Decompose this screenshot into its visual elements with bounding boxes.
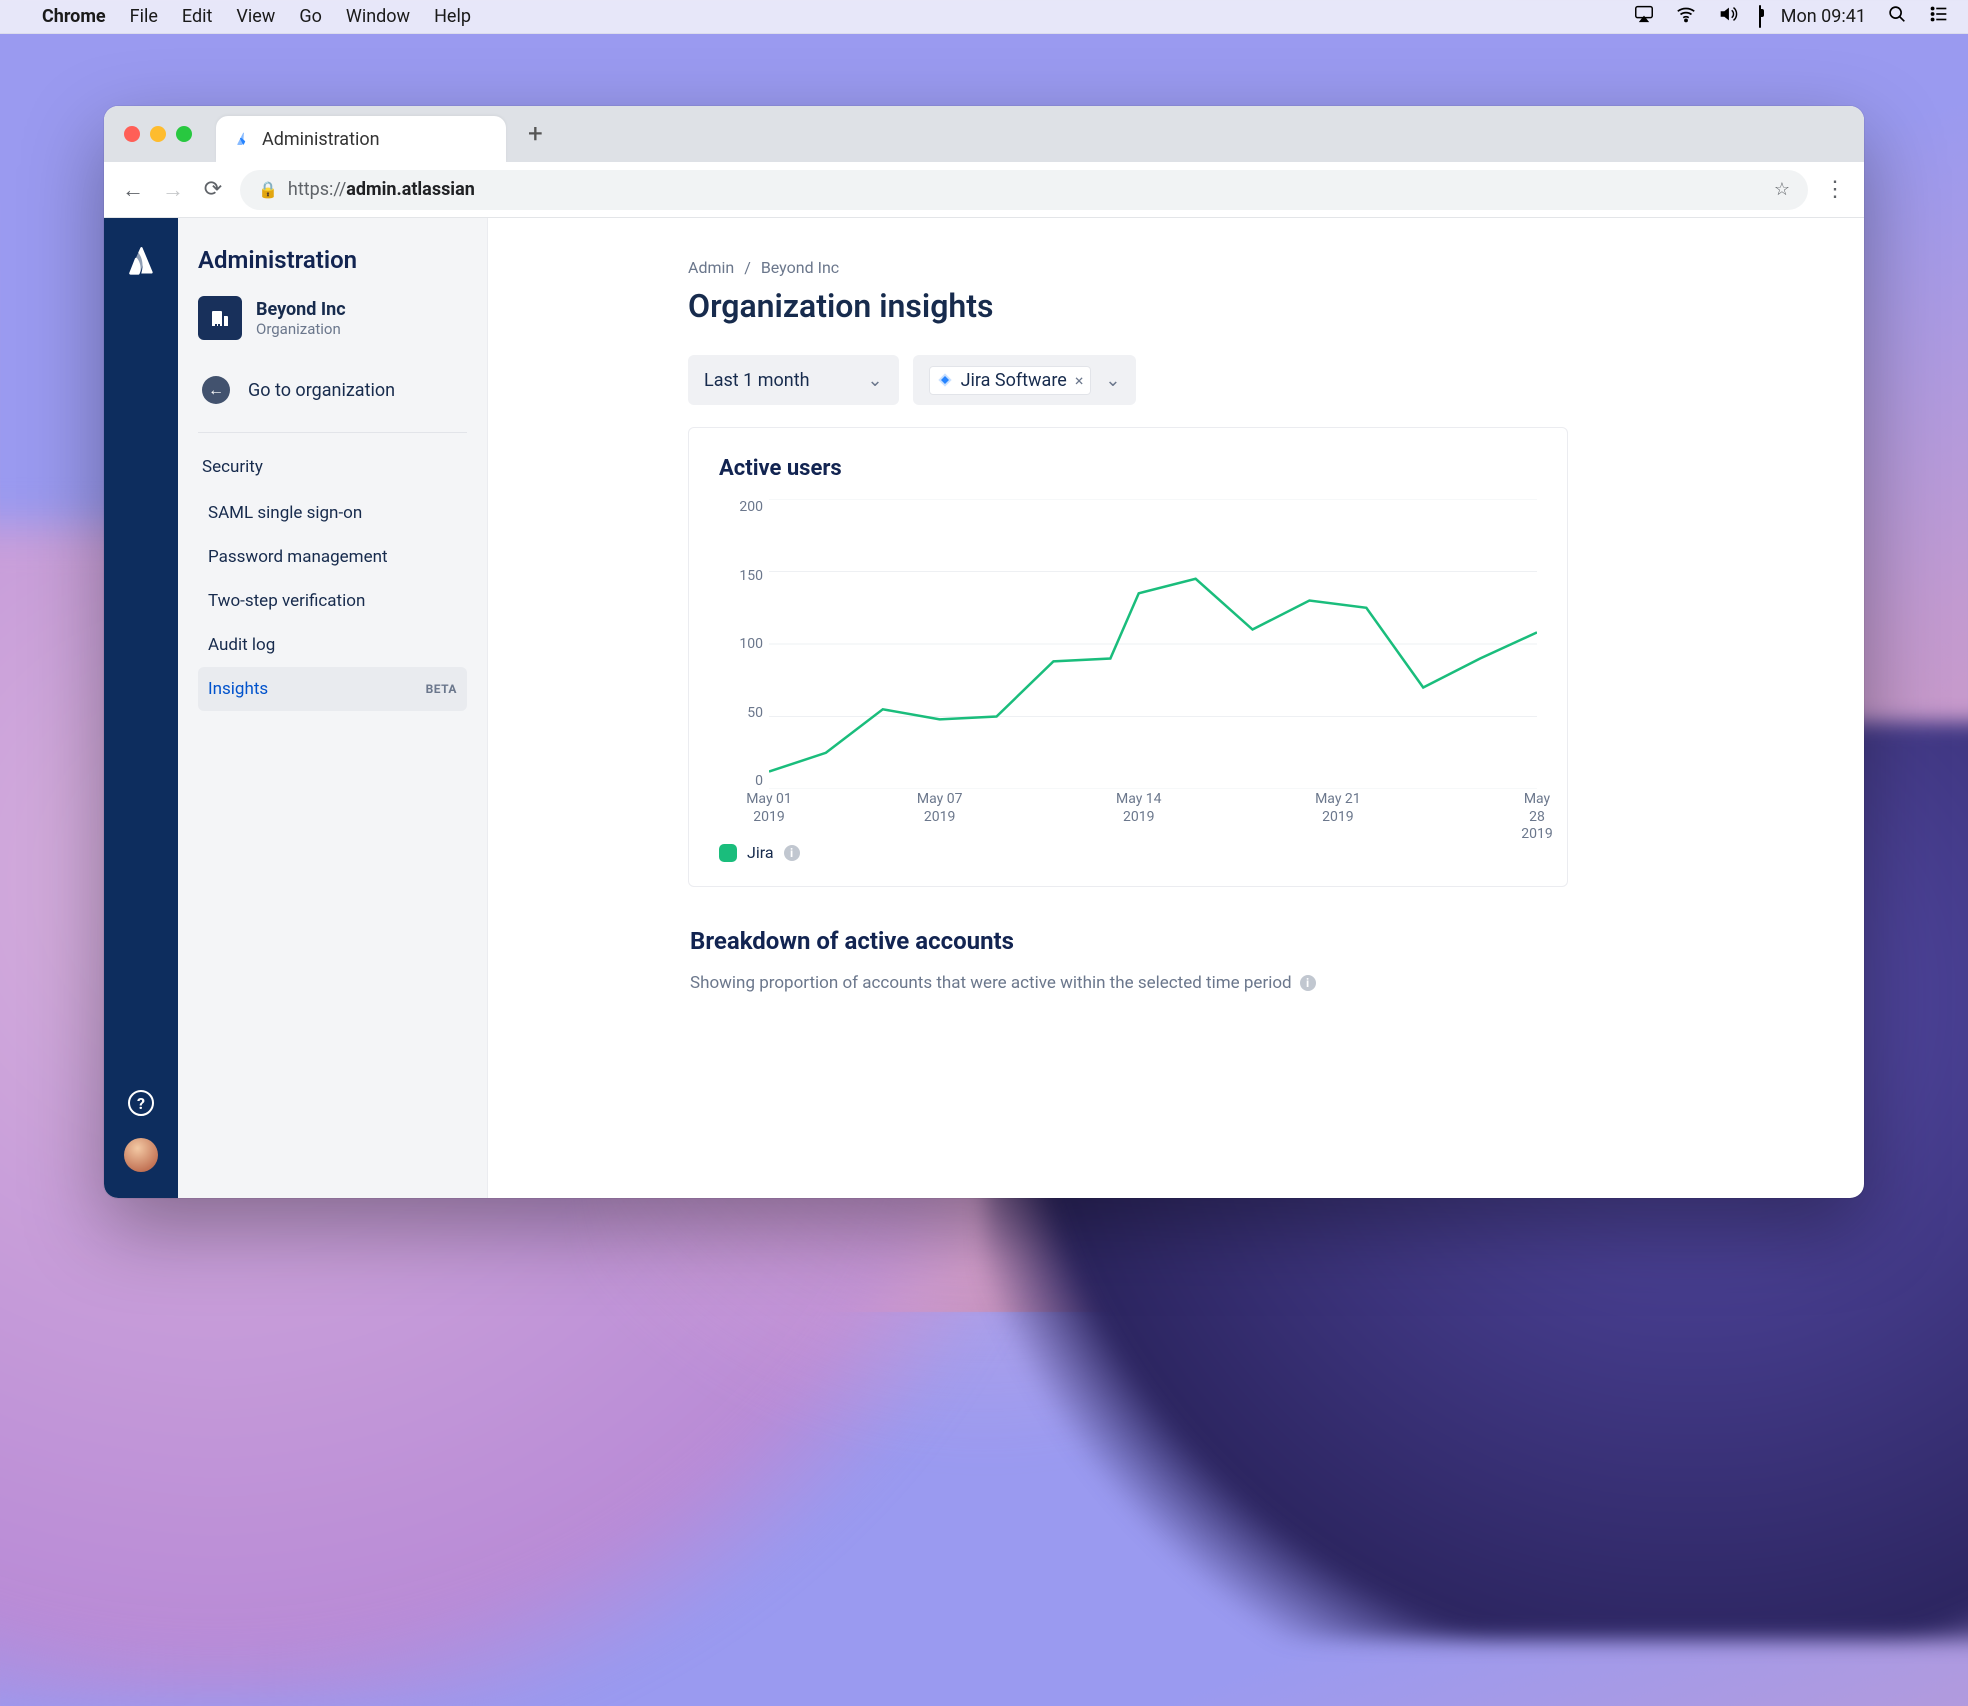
- sidebar-item-saml[interactable]: SAML single sign-on: [198, 491, 467, 535]
- card-breakdown: Breakdown of active accounts Showing pro…: [688, 927, 1568, 993]
- filter-date-range[interactable]: Last 1 month ⌄: [688, 355, 899, 405]
- breadcrumb-org[interactable]: Beyond Inc: [761, 258, 839, 277]
- breakdown-desc: Showing proportion of accounts that were…: [690, 973, 1292, 993]
- menubar-item-window[interactable]: Window: [346, 6, 410, 27]
- beta-badge: BETA: [426, 682, 457, 696]
- sidebar-item-audit-log[interactable]: Audit log: [198, 623, 467, 667]
- filter-products[interactable]: Jira Software × ⌄: [913, 355, 1137, 405]
- volume-icon[interactable]: [1717, 3, 1739, 30]
- sidebar-item-password-management[interactable]: Password management: [198, 535, 467, 579]
- battery-icon[interactable]: [1759, 6, 1761, 27]
- browser-toolbar: ← → ⟳ 🔒 https://admin.atlassian ☆ ⋮: [104, 162, 1864, 218]
- chevron-down-icon: ⌄: [1105, 370, 1120, 391]
- sidebar-item-label: Insights: [208, 679, 268, 699]
- airplay-icon[interactable]: [1633, 3, 1655, 30]
- control-center-icon[interactable]: [1928, 3, 1950, 30]
- global-nav-rail: ?: [104, 218, 178, 1198]
- chip-remove-icon[interactable]: ×: [1075, 371, 1084, 390]
- org-switcher[interactable]: Beyond Inc Organization: [198, 296, 467, 340]
- page-title: Organization insights: [688, 287, 1568, 325]
- org-icon: [198, 296, 242, 340]
- card-active-users: Active users 200150100500 May 012019May …: [688, 427, 1568, 887]
- back-button[interactable]: ←: [120, 177, 146, 203]
- macos-menubar: Chrome File Edit View Go Window Help Mon…: [0, 0, 1968, 34]
- info-icon[interactable]: i: [1300, 975, 1316, 991]
- chart-legend: Jira i: [719, 843, 1537, 862]
- product-chip-label: Jira Software: [961, 370, 1067, 391]
- legend-swatch: [719, 844, 737, 862]
- go-to-organization-link[interactable]: ← Go to organization: [198, 364, 467, 416]
- sidebar-divider: [198, 432, 467, 433]
- browser-window: Administration + ← → ⟳ 🔒 https://admin.a…: [104, 106, 1864, 1198]
- info-icon[interactable]: i: [784, 845, 800, 861]
- atlassian-favicon-icon: [234, 130, 252, 148]
- sidebar-heading: Administration: [198, 246, 467, 274]
- browser-tab-title: Administration: [262, 129, 380, 150]
- filter-date-range-label: Last 1 month: [704, 370, 810, 391]
- help-icon[interactable]: ?: [128, 1090, 154, 1116]
- main-content: Admin / Beyond Inc Organization insights…: [488, 218, 1864, 1198]
- breakdown-title: Breakdown of active accounts: [690, 927, 1566, 955]
- bookmark-star-icon[interactable]: ☆: [1774, 179, 1790, 200]
- org-name: Beyond Inc: [256, 299, 346, 320]
- menubar-item-edit[interactable]: Edit: [182, 6, 212, 27]
- sidebar-section-security[interactable]: Security: [198, 443, 467, 491]
- forward-button[interactable]: →: [160, 177, 186, 203]
- window-zoom-button[interactable]: [176, 126, 192, 142]
- wifi-icon[interactable]: [1675, 3, 1697, 30]
- sidebar: Administration Beyond Inc Organization ←…: [178, 218, 488, 1198]
- legend-label: Jira: [747, 843, 774, 862]
- go-to-organization-label: Go to organization: [248, 380, 395, 401]
- menubar-item-help[interactable]: Help: [434, 6, 471, 27]
- address-bar-text: https://admin.atlassian: [288, 179, 475, 200]
- card-title: Active users: [719, 456, 1537, 481]
- menubar-item-go[interactable]: Go: [299, 6, 322, 27]
- new-tab-button[interactable]: +: [514, 119, 557, 149]
- atlassian-logo-icon[interactable]: [124, 244, 158, 282]
- org-sublabel: Organization: [256, 320, 346, 338]
- product-chip-jira: Jira Software ×: [929, 366, 1092, 395]
- lock-icon: 🔒: [258, 180, 278, 199]
- menubar-item-view[interactable]: View: [236, 6, 275, 27]
- sidebar-item-two-step-verification[interactable]: Two-step verification: [198, 579, 467, 623]
- jira-software-icon: [937, 372, 953, 388]
- spotlight-icon[interactable]: [1886, 3, 1908, 30]
- chevron-down-icon: ⌄: [868, 370, 883, 391]
- menubar-item-file[interactable]: File: [130, 6, 158, 27]
- browser-tab[interactable]: Administration: [216, 116, 506, 162]
- sidebar-item-insights[interactable]: Insights BETA: [198, 667, 467, 711]
- user-avatar[interactable]: [124, 1138, 158, 1172]
- reload-button[interactable]: ⟳: [200, 177, 226, 202]
- breadcrumb-admin[interactable]: Admin: [688, 258, 734, 277]
- chrome-menu-button[interactable]: ⋮: [1822, 177, 1848, 202]
- breadcrumb: Admin / Beyond Inc: [688, 258, 1568, 277]
- active-users-chart: 200150100500 May 012019May 072019May 142…: [719, 499, 1537, 829]
- menubar-app[interactable]: Chrome: [42, 6, 106, 27]
- browser-tabstrip: Administration +: [104, 106, 1864, 162]
- window-minimize-button[interactable]: [150, 126, 166, 142]
- window-close-button[interactable]: [124, 126, 140, 142]
- address-bar[interactable]: 🔒 https://admin.atlassian ☆: [240, 170, 1808, 210]
- menubar-clock[interactable]: Mon 09:41: [1781, 6, 1866, 27]
- back-circle-icon: ←: [202, 376, 230, 404]
